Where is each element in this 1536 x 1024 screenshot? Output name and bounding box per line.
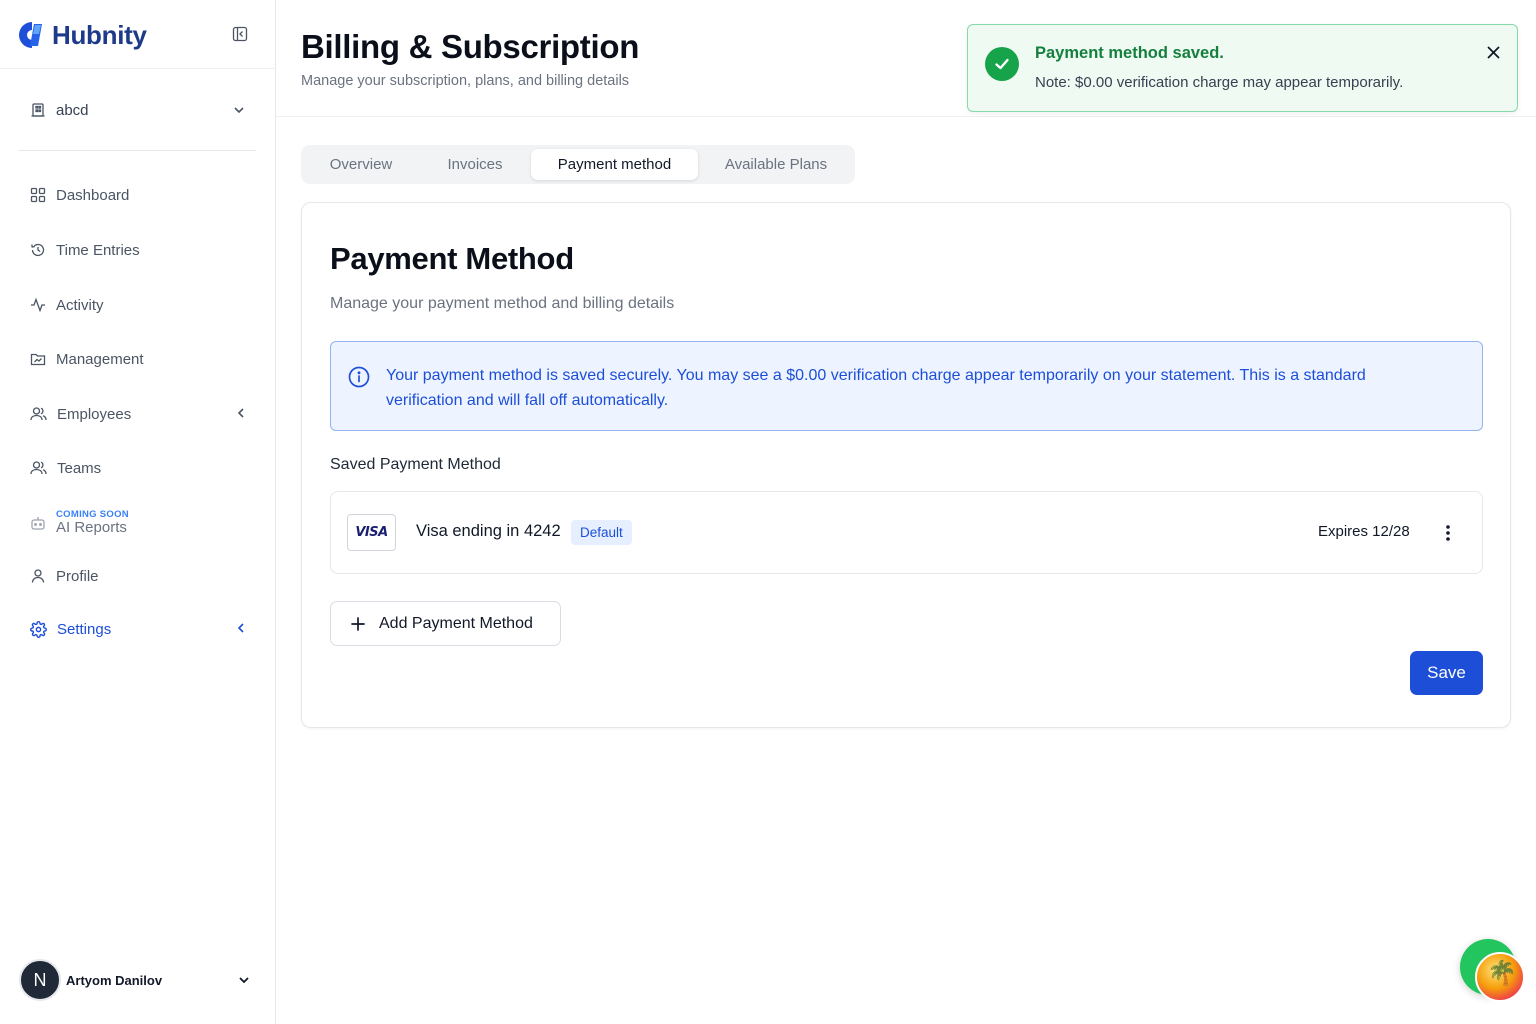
success-toast: Payment method saved. Note: $0.00 verifi…: [967, 24, 1518, 112]
sidebar-item-label: Employees: [57, 405, 132, 423]
folder-chart-icon: [30, 353, 46, 366]
section-label: Saved Payment Method: [330, 456, 501, 473]
add-payment-method-button[interactable]: Add Payment Method: [330, 601, 561, 646]
add-button-label: Add Payment Method: [379, 614, 533, 632]
page-subtitle: Manage your subscription, plans, and bil…: [301, 73, 630, 89]
info-alert: Your payment method is saved securely. Y…: [330, 341, 1483, 431]
save-button[interactable]: Save: [1410, 651, 1483, 695]
toast-note: Note: $0.00 verification charge may appe…: [1035, 74, 1404, 91]
info-icon: [348, 366, 370, 388]
sidebar-item-label: AI Reports: [56, 518, 127, 536]
saved-payment-method-row: VISA Visa ending in 4242 Default Expires…: [330, 491, 1483, 574]
sidebar-item-label: Activity: [56, 296, 104, 314]
card-expiry: Expires 12/28: [1318, 523, 1410, 540]
workspace-selector[interactable]: abcd: [30, 96, 246, 124]
card-title: Payment Method: [330, 241, 574, 276]
activity-icon: [31, 297, 45, 313]
bot-icon: [31, 517, 45, 530]
tab-available-plans[interactable]: Available Plans: [702, 149, 850, 180]
sidebar-item-dashboard[interactable]: Dashboard: [30, 181, 250, 209]
sidebar-item-label: Teams: [57, 459, 102, 477]
tab-invoices[interactable]: Invoices: [421, 149, 529, 180]
history-icon: [31, 243, 45, 257]
sidebar-item-profile[interactable]: Profile: [30, 562, 250, 590]
tab-overview[interactable]: Overview: [305, 149, 417, 180]
visa-logo: VISA: [347, 514, 396, 551]
brand[interactable]: Hubnity: [18, 18, 147, 52]
chevron-down-icon: [234, 107, 244, 114]
grid-icon: [30, 187, 46, 203]
close-icon[interactable]: [1485, 44, 1501, 60]
sidebar-item-management[interactable]: Management: [30, 345, 250, 373]
user-menu[interactable]: N Artyom Danilov: [19, 958, 259, 1002]
sidebar-item-settings[interactable]: Settings: [30, 615, 250, 643]
billing-tabs: Overview Invoices Payment method Availab…: [301, 145, 855, 184]
sidebar-item-label: Dashboard: [56, 186, 130, 204]
chevron-left-icon: [237, 623, 244, 633]
building-icon: [31, 103, 45, 117]
sidebar-item-label: Profile: [56, 567, 99, 585]
sidebar-item-label: Time Entries: [56, 241, 140, 259]
gear-icon: [30, 620, 47, 638]
palm-tree-icon[interactable]: 🌴: [1475, 952, 1525, 1002]
workspace-name: abcd: [56, 101, 89, 119]
user-name: Artyom Danilov: [66, 972, 163, 988]
page-title: Billing & Subscription: [301, 28, 640, 65]
divider: [276, 116, 1536, 117]
card-subtitle: Manage your payment method and billing d…: [330, 295, 675, 312]
sidebar: Hubnity abcd Dashboard Time Entries Acti…: [0, 0, 276, 1024]
check-circle-icon: [985, 47, 1019, 81]
divider: [0, 68, 276, 69]
users-icon: [30, 407, 47, 421]
sidebar-collapse-icon[interactable]: [231, 25, 249, 43]
info-text: Your payment method is saved securely. Y…: [386, 367, 1366, 409]
divider: [18, 150, 256, 151]
tab-payment-method[interactable]: Payment method: [531, 149, 698, 180]
plus-icon: [351, 616, 365, 631]
avatar: N: [19, 959, 61, 1001]
hubnity-logo-icon: [19, 22, 42, 48]
brand-name: Hubnity: [52, 19, 147, 50]
more-options-icon[interactable]: [1437, 521, 1459, 545]
user-icon: [31, 569, 45, 583]
chevron-down-icon: [239, 977, 249, 984]
default-badge: Default: [571, 520, 632, 545]
sidebar-item-activity[interactable]: Activity: [30, 291, 250, 319]
sidebar-item-ai-reports[interactable]: COMING SOON AI Reports: [30, 505, 250, 541]
payment-method-card: Payment Method Manage your payment metho…: [301, 202, 1511, 728]
card-label: Visa ending in 4242: [416, 522, 561, 540]
sidebar-item-label: Settings: [57, 620, 112, 638]
sidebar-item-employees[interactable]: Employees: [30, 400, 250, 428]
sidebar-item-teams[interactable]: Teams: [30, 454, 250, 482]
sidebar-item-label: Management: [56, 350, 144, 368]
users-icon: [30, 461, 47, 475]
sidebar-item-time-entries[interactable]: Time Entries: [30, 236, 250, 264]
chevron-left-icon: [237, 408, 244, 418]
toast-title: Payment method saved.: [1035, 44, 1224, 62]
